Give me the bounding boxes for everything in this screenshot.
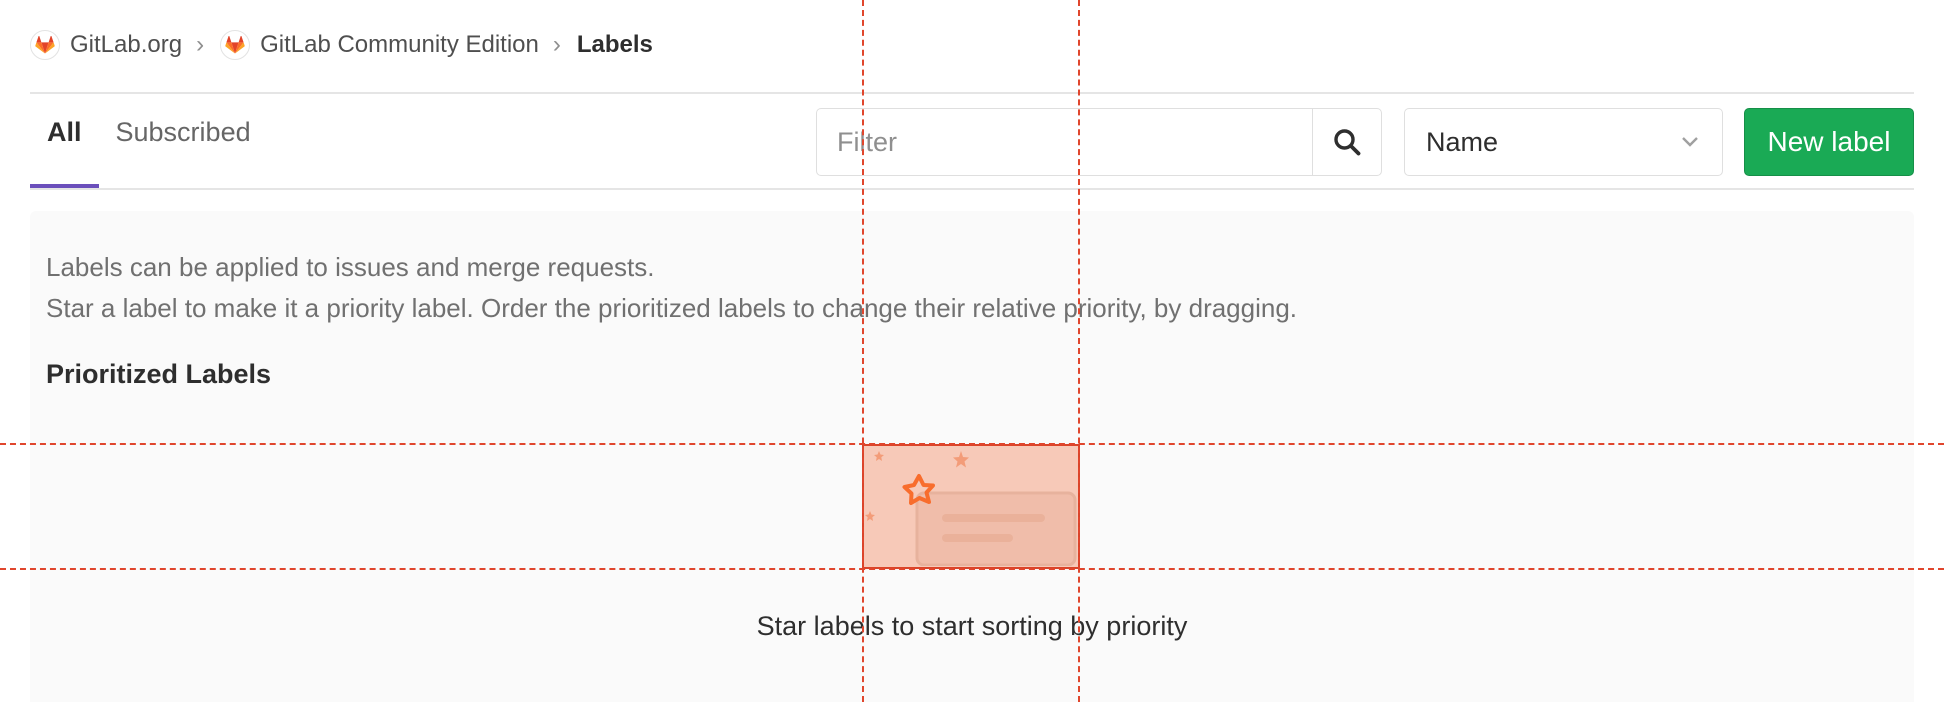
breadcrumb-separator: › [552, 31, 561, 58]
header-divider [30, 92, 1914, 94]
guide-line-vertical [862, 0, 864, 702]
tabs-divider [30, 188, 1914, 190]
filter-box [816, 108, 1382, 176]
filter-search-button[interactable] [1312, 109, 1381, 175]
description-line: Labels can be applied to issues and merg… [46, 252, 655, 282]
chevron-down-icon [1682, 137, 1698, 147]
guide-line-vertical [1078, 0, 1080, 702]
tab-subscribed[interactable]: Subscribed [99, 95, 268, 188]
tab-all[interactable]: All [30, 95, 99, 188]
guide-line-horizontal [0, 443, 1944, 445]
prioritized-labels-title: Prioritized Labels [46, 359, 272, 389]
breadcrumb-item-gitlab-org[interactable]: GitLab.org [30, 30, 182, 60]
gitlab-logo-icon [30, 30, 60, 60]
sort-dropdown[interactable]: Name [1404, 108, 1723, 176]
breadcrumb-label: GitLab.org [70, 31, 183, 58]
filter-input[interactable] [817, 109, 1312, 175]
breadcrumb-label: GitLab Community Edition [260, 31, 539, 58]
sort-selected-value: Name [1426, 126, 1499, 157]
empty-state-message: Star labels to start sorting by priority [756, 611, 1188, 641]
description-line: Star a label to make it a priority label… [46, 293, 1298, 323]
label-tabs: All Subscribed [30, 95, 268, 188]
breadcrumb-separator: › [196, 31, 205, 58]
search-icon [1334, 129, 1361, 156]
new-label-button[interactable]: New label [1744, 108, 1914, 176]
breadcrumb-current: Labels [576, 31, 653, 58]
breadcrumb-item-gitlab-ce[interactable]: GitLab Community Edition [220, 30, 539, 60]
highlight-box [862, 444, 1080, 569]
guide-line-horizontal [0, 568, 1944, 570]
gitlab-logo-icon [220, 30, 251, 60]
labels-description: Labels can be applied to issues and merg… [46, 247, 1297, 329]
breadcrumb: GitLab.org › GitLab Community Edition › … [30, 28, 653, 62]
